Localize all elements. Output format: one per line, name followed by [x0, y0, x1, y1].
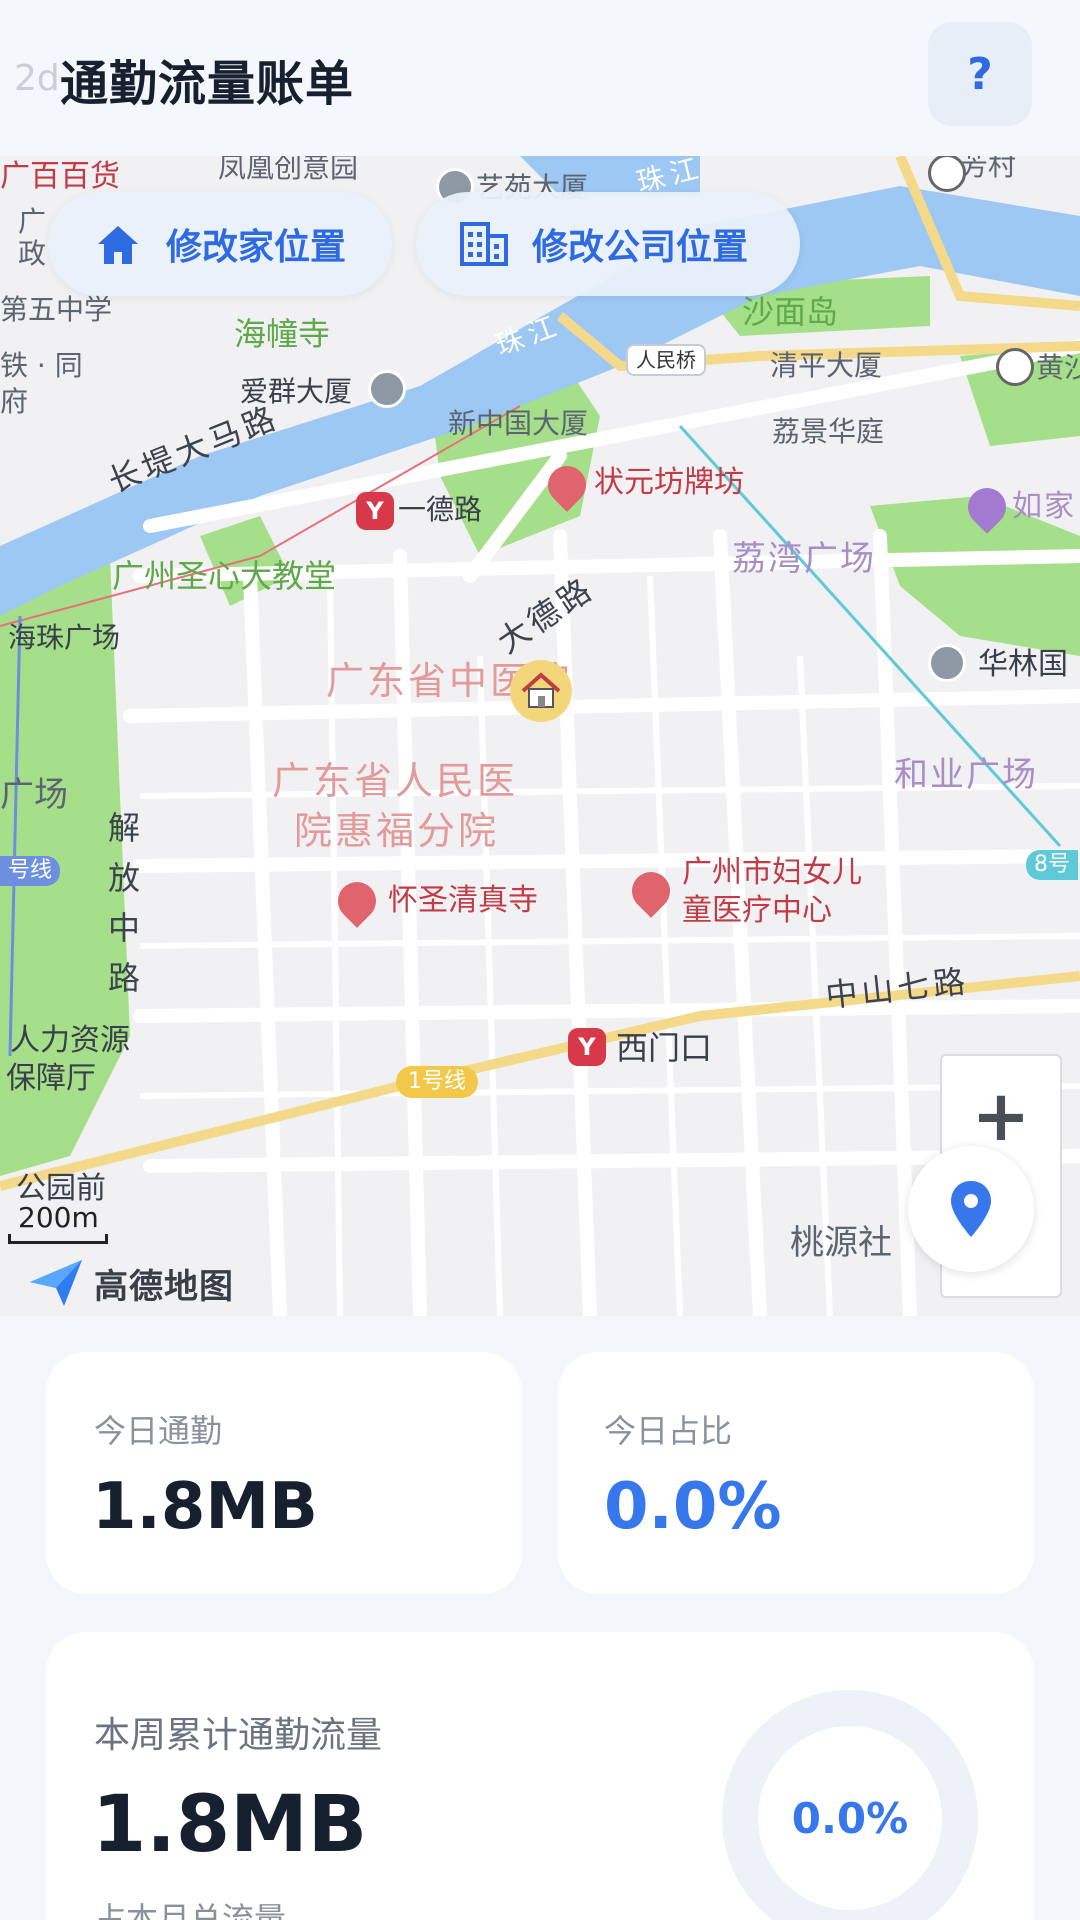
metro-line-badge: 号线 — [0, 856, 61, 886]
metro-station-icon — [996, 348, 1034, 386]
page-title: 通勤流量账单 — [60, 56, 355, 112]
today-ratio-card: 今日占比 0.0% — [558, 1352, 1034, 1594]
help-button[interactable]: ? — [928, 22, 1032, 126]
today-ratio-value: 0.0% — [604, 1470, 782, 1544]
map-label: 童医疗中心 — [682, 893, 832, 928]
header-ghost-text: 2d — [14, 58, 60, 99]
location-pin-icon — [951, 1181, 991, 1237]
map-view[interactable]: 广百百货 凤凰创意园 芳村 艺苑大厦 广 政 第五中学 铁 · 同 府 海幢寺 … — [0, 156, 1080, 1316]
building-icon — [928, 644, 966, 682]
home-icon — [98, 226, 138, 264]
map-label: 一德路 — [398, 493, 483, 526]
today-commute-card: 今日通勤 1.8MB — [46, 1352, 522, 1594]
map-label: 荔景华庭 — [772, 415, 885, 448]
map-label: 沙面岛 — [742, 293, 839, 331]
map-label: 政 — [18, 237, 47, 270]
map-label: 清平大厦 — [770, 349, 883, 382]
map-label: 芳村 — [960, 156, 1017, 182]
edit-company-label: 修改公司位置 — [532, 227, 749, 268]
amap-logo-icon — [30, 1260, 82, 1306]
office-building-icon — [460, 222, 508, 266]
map-brand-text: 高德地图 — [94, 1266, 234, 1307]
map-label: 荔湾广场 — [732, 539, 876, 579]
map-label: 海幢寺 — [234, 315, 331, 353]
help-icon: ? — [967, 48, 993, 100]
weekly-commute-label: 本周累计通勤流量 — [94, 1715, 383, 1756]
metro-icon: Y — [568, 1028, 606, 1066]
map-label: 广州圣心大教堂 — [112, 557, 337, 595]
map-label: 黄沙 — [1036, 351, 1080, 384]
map-label: 人民桥 — [626, 344, 706, 376]
map-brand: 高德地图 — [28, 1258, 234, 1308]
weekly-commute-sub: 占本月总流量 — [94, 1900, 287, 1920]
map-label: 凤凰创意园 — [218, 156, 359, 184]
map-label: 公园前 — [16, 1171, 106, 1206]
map-label: 广州市妇女儿 — [682, 855, 862, 890]
map-label: 如家 — [1012, 489, 1076, 524]
map-label: 保障厅 — [6, 1061, 96, 1096]
map-label: 院惠福分院 — [294, 809, 500, 853]
edit-home-label: 修改家位置 — [166, 227, 347, 268]
locate-button[interactable] — [908, 1146, 1034, 1272]
map-label: 解 — [108, 809, 145, 847]
metro-line-badge: 1号线 — [396, 1066, 478, 1098]
map-label: 广东省人民医 — [272, 759, 519, 803]
ring-value: 0.0% — [791, 1793, 909, 1843]
building-icon — [368, 370, 406, 408]
home-marker[interactable] — [510, 660, 572, 722]
map-label: 广场 — [0, 775, 68, 815]
map-label: 状元坊牌坊 — [594, 465, 744, 500]
today-commute-value: 1.8MB — [92, 1470, 318, 1544]
map-label: 府 — [0, 385, 29, 418]
home-icon — [521, 672, 561, 708]
metro-line-badge: 8号 — [1026, 850, 1078, 880]
map-label: 新中国大厦 — [448, 407, 589, 440]
map-label: 怀圣清真寺 — [388, 883, 538, 918]
map-label: 广 — [18, 205, 47, 238]
map-label: 和业广场 — [894, 755, 1038, 795]
map-label: 路 — [108, 959, 145, 997]
map-label: 广百百货 — [0, 159, 120, 194]
map-label: 西门口 — [616, 1029, 713, 1067]
map-label: 中 — [108, 909, 145, 947]
map-label: 放 — [108, 859, 145, 897]
monthly-ratio-ring: 0.0% — [722, 1690, 978, 1920]
edit-company-button[interactable]: 修改公司位置 — [416, 192, 800, 296]
weekly-commute-value: 1.8MB — [92, 1780, 368, 1870]
today-commute-label: 今日通勤 — [94, 1412, 223, 1450]
map-scale-label: 200m — [18, 1201, 99, 1234]
metro-icon: Y — [356, 492, 394, 530]
today-ratio-label: 今日占比 — [604, 1412, 733, 1450]
map-label: 人力资源 — [10, 1023, 130, 1058]
app-header: 2d 通勤流量账单 ? — [0, 0, 1080, 156]
map-label: 桃源社 — [790, 1223, 892, 1263]
map-label: 铁 · 同 — [0, 349, 83, 382]
map-scale-bar — [8, 1234, 108, 1244]
map-label: 海珠广场 — [8, 621, 121, 654]
edit-home-button[interactable]: 修改家位置 — [48, 192, 392, 296]
map-label: 第五中学 — [0, 293, 113, 326]
map-label: 华林国 — [978, 647, 1068, 682]
